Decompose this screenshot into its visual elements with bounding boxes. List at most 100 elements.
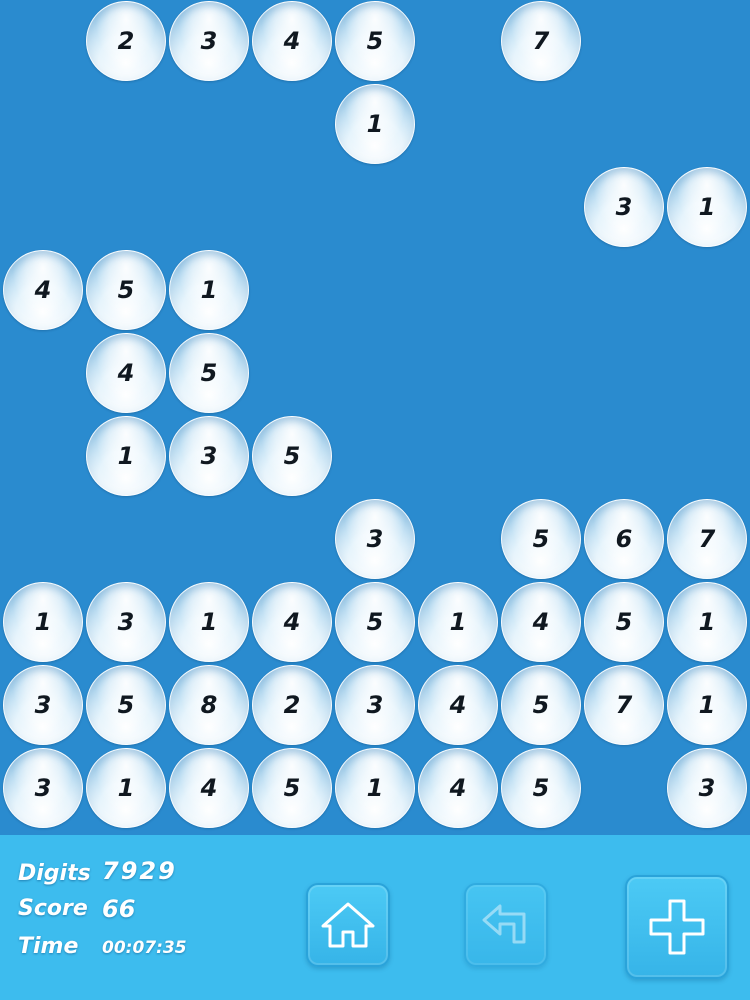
bubble[interactable]: 7	[501, 1, 581, 81]
bubble[interactable]: 5	[501, 499, 581, 579]
bubble-digit: 5	[117, 276, 135, 304]
bubble[interactable]: 1	[418, 582, 498, 662]
game-board: 2 3 4 5 7 1 3 1 4 5 1 4 5 1 3 5 3 5 6 7 1 3 1 4 5 1 4 5 1 3 5 8 2 3 4 5 7 1 3 1…	[0, 0, 750, 835]
bubble[interactable]: 7	[667, 499, 747, 579]
bubble-digit: 3	[366, 691, 384, 719]
bubble[interactable]: 1	[667, 665, 747, 745]
bubble-digit: 5	[532, 691, 550, 719]
bubble[interactable]: 3	[169, 416, 249, 496]
bubble-digit: 1	[117, 774, 135, 802]
bubble[interactable]: 2	[252, 665, 332, 745]
bubble[interactable]: 5	[501, 748, 581, 828]
bubble-digit: 7	[615, 691, 633, 719]
bubble[interactable]: 3	[86, 582, 166, 662]
bubble-digit: 1	[366, 774, 384, 802]
bubble-digit: 3	[34, 691, 52, 719]
bubble-digit: 7	[698, 525, 716, 553]
bubble[interactable]: 3	[3, 748, 83, 828]
bubble[interactable]: 1	[169, 250, 249, 330]
bubble-digit: 3	[200, 442, 218, 470]
bubble-digit: 5	[283, 774, 301, 802]
bubble-digit: 6	[615, 525, 633, 553]
bubble[interactable]: 3	[169, 1, 249, 81]
bubble-digit: 1	[366, 110, 384, 138]
bubble-digit: 1	[449, 608, 467, 636]
bubble-digit: 5	[532, 774, 550, 802]
bubble[interactable]: 3	[335, 499, 415, 579]
bubble-digit: 5	[615, 608, 633, 636]
bubble[interactable]: 8	[169, 665, 249, 745]
undo-arrow-icon	[482, 904, 526, 944]
bubble-digit: 3	[117, 608, 135, 636]
bubble[interactable]: 1	[86, 416, 166, 496]
bubble-digit: 4	[532, 608, 550, 636]
bubble-digit: 4	[117, 359, 135, 387]
bubble[interactable]: 5	[252, 416, 332, 496]
bubble-digit: 3	[615, 193, 633, 221]
digits-value: 7929	[102, 857, 177, 885]
time-value: 00:07:35	[102, 938, 187, 958]
bubble-digit: 1	[698, 608, 716, 636]
bubble[interactable]: 5	[86, 250, 166, 330]
bubble[interactable]: 5	[252, 748, 332, 828]
time-label: Time	[18, 934, 79, 959]
bubble[interactable]: 5	[86, 665, 166, 745]
bubble-digit: 1	[200, 608, 218, 636]
bubble-digit: 1	[698, 193, 716, 221]
bubble-digit: 4	[34, 276, 52, 304]
bubble[interactable]: 5	[501, 665, 581, 745]
bubble[interactable]: 6	[584, 499, 664, 579]
bubble-digit: 5	[366, 27, 384, 55]
bubble-digit: 1	[698, 691, 716, 719]
bubble-digit: 5	[366, 608, 384, 636]
undo-button[interactable]	[464, 883, 548, 967]
bubble[interactable]: 4	[252, 582, 332, 662]
bubble[interactable]: 1	[169, 582, 249, 662]
home-button[interactable]	[306, 883, 390, 967]
bubble-digit: 5	[200, 359, 218, 387]
bubble[interactable]: 4	[418, 665, 498, 745]
bubble-digit: 5	[532, 525, 550, 553]
bubble-digit: 3	[34, 774, 52, 802]
bubble-digit: 2	[283, 691, 301, 719]
bubble[interactable]: 5	[335, 1, 415, 81]
bubble[interactable]: 1	[335, 84, 415, 164]
bubble-digit: 1	[200, 276, 218, 304]
bubble[interactable]: 3	[584, 167, 664, 247]
bubble[interactable]: 7	[584, 665, 664, 745]
bubble[interactable]: 5	[335, 582, 415, 662]
bubble[interactable]: 4	[3, 250, 83, 330]
bubble[interactable]: 1	[667, 167, 747, 247]
bubble[interactable]: 3	[667, 748, 747, 828]
score-label: Score	[18, 896, 88, 921]
bubble[interactable]: 1	[667, 582, 747, 662]
bubble[interactable]: 3	[335, 665, 415, 745]
bubble[interactable]: 2	[86, 1, 166, 81]
bubble[interactable]: 3	[3, 665, 83, 745]
add-row-button[interactable]	[625, 875, 729, 979]
bubble[interactable]: 5	[584, 582, 664, 662]
bubble-digit: 5	[117, 691, 135, 719]
bubble-digit: 1	[117, 442, 135, 470]
bubble[interactable]: 4	[86, 333, 166, 413]
bubble[interactable]: 1	[86, 748, 166, 828]
bubble-digit: 7	[532, 27, 550, 55]
bubble-digit: 5	[283, 442, 301, 470]
bubble[interactable]: 4	[169, 748, 249, 828]
bubble-digit: 1	[34, 608, 52, 636]
bubble-digit: 3	[366, 525, 384, 553]
bubble-digit: 8	[200, 691, 218, 719]
score-value: 66	[102, 895, 136, 923]
bubble-digit: 3	[200, 27, 218, 55]
bubble[interactable]: 1	[3, 582, 83, 662]
bubble[interactable]: 5	[169, 333, 249, 413]
plus-icon	[649, 899, 705, 955]
bubble-digit: 4	[200, 774, 218, 802]
bubble-digit: 4	[283, 608, 301, 636]
bubble[interactable]: 4	[252, 1, 332, 81]
bubble[interactable]: 1	[335, 748, 415, 828]
control-panel: Digits 7929 Score 66 Time 00:07:35	[0, 835, 750, 1000]
bubble[interactable]: 4	[418, 748, 498, 828]
bubble[interactable]: 4	[501, 582, 581, 662]
home-icon	[321, 902, 375, 948]
